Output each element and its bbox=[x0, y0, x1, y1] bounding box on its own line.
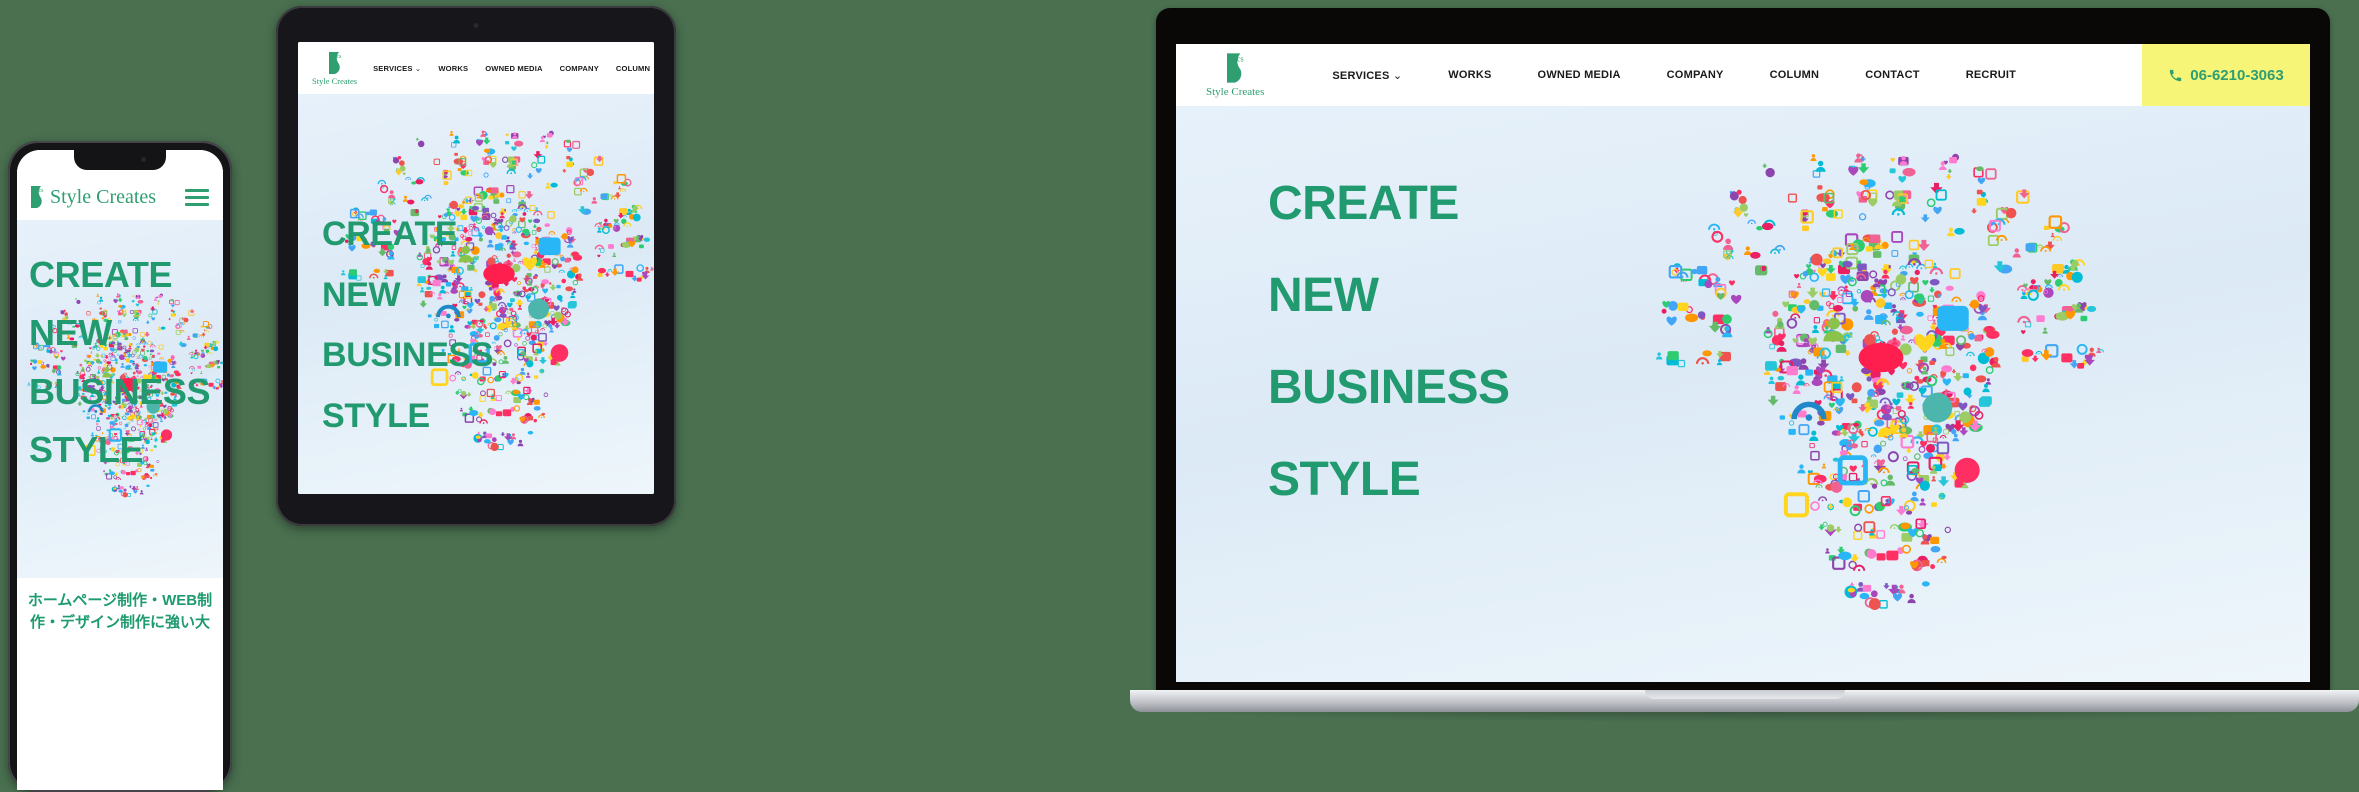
laptop-screen: cs Style Creates SERVICES ⌄ WORKS OWNED … bbox=[1176, 44, 2310, 682]
logo-mark-icon: cs bbox=[29, 185, 45, 209]
hero-line-1: CREATE bbox=[1268, 177, 1459, 230]
tagline-line-2: 作・デザイン制作に強い大 bbox=[29, 613, 210, 631]
nav-item-column[interactable]: COLUMN bbox=[616, 64, 650, 73]
logo[interactable]: cs Style Creates bbox=[1206, 52, 1264, 98]
lightbulb-icon-collage bbox=[1646, 112, 2116, 672]
logo-wordmark: Style Creates bbox=[312, 75, 358, 86]
tablet-hero-headline: CREATE NEW BUSINESS STYLE bbox=[322, 204, 493, 446]
nav-item-services[interactable]: SERVICES ⌄ bbox=[1332, 69, 1402, 82]
svg-text:cs: cs bbox=[336, 54, 342, 60]
phone-hero: CREATE NEW BUSINESS STYLE bbox=[17, 220, 223, 578]
phone-header: cs Style Creates bbox=[17, 174, 223, 220]
hamburger-menu-icon[interactable] bbox=[185, 188, 209, 206]
laptop-header: cs Style Creates SERVICES ⌄ WORKS OWNED … bbox=[1176, 44, 2310, 106]
nav-item-company[interactable]: COMPANY bbox=[1667, 69, 1724, 81]
laptop-site-view: cs Style Creates SERVICES ⌄ WORKS OWNED … bbox=[1176, 44, 2310, 682]
phone-screen: cs Style Creates CREATE NEW BUSINESS STY… bbox=[17, 150, 223, 790]
svg-text:cs: cs bbox=[39, 188, 45, 194]
tablet-mockup: cs Style Creates SERVICES ⌄ WORKS OWNED … bbox=[276, 6, 676, 526]
nav-item-owned-media[interactable]: OWNED MEDIA bbox=[485, 64, 542, 73]
tablet-header: cs Style Creates SERVICES ⌄ WORKS OWNED … bbox=[298, 42, 654, 94]
hero-line-4: STYLE bbox=[29, 428, 144, 470]
laptop-hero: CREATE NEW BUSINESS STYLE bbox=[1176, 106, 2310, 682]
tablet-site-view: cs Style Creates SERVICES ⌄ WORKS OWNED … bbox=[298, 42, 654, 494]
hero-line-3: BUSINESS bbox=[322, 336, 494, 375]
nav-item-contact[interactable]: CONTACT bbox=[1865, 69, 1920, 81]
hero-line-3: BUSINESS bbox=[1268, 361, 1510, 415]
nav-label: SERVICES bbox=[373, 63, 413, 73]
phone-site-view: cs Style Creates CREATE NEW BUSINESS STY… bbox=[17, 150, 223, 790]
logo-mark-icon: cs bbox=[1224, 52, 1246, 84]
hero-line-2: NEW bbox=[1268, 269, 1379, 323]
logo-wordmark: Style Creates bbox=[1206, 86, 1265, 98]
laptop-base bbox=[1130, 690, 2359, 712]
nav-label: SERVICES bbox=[1332, 69, 1390, 82]
phone-tagline: ホームページ制作・WEB制 作・デザイン制作に強い大 bbox=[17, 590, 223, 634]
nav-item-works[interactable]: WORKS bbox=[438, 64, 468, 73]
chevron-down-icon: ⌄ bbox=[1392, 69, 1403, 82]
logo[interactable]: cs Style Creates bbox=[29, 185, 156, 209]
hero-line-4: STYLE bbox=[1268, 453, 1421, 507]
nav-item-recruit[interactable]: RECRUIT bbox=[1966, 69, 2016, 81]
phone-hero-headline: CREATE NEW BUSINESS STYLE bbox=[29, 246, 211, 479]
phone-notch bbox=[74, 150, 166, 170]
logo-mark-icon: cs bbox=[327, 51, 343, 75]
hero-line-2: NEW bbox=[322, 275, 401, 314]
svg-text:cs: cs bbox=[1237, 54, 1244, 63]
device-mockup-stage: cs Style Creates CREATE NEW BUSINESS STY… bbox=[0, 0, 2359, 792]
hero-line-1: CREATE bbox=[322, 215, 458, 253]
phone-icon bbox=[2168, 68, 2183, 83]
nav-item-services[interactable]: SERVICES ⌄ bbox=[373, 64, 421, 73]
laptop-nav-links: SERVICES ⌄ WORKS OWNED MEDIA COMPANY COL… bbox=[1332, 69, 2016, 82]
hero-line-2: NEW bbox=[29, 312, 112, 354]
chevron-down-icon: ⌄ bbox=[414, 63, 422, 73]
nav-item-column[interactable]: COLUMN bbox=[1770, 69, 1820, 81]
nav-item-company[interactable]: COMPANY bbox=[560, 64, 599, 73]
laptop-lid: cs Style Creates SERVICES ⌄ WORKS OWNED … bbox=[1156, 8, 2330, 692]
hero-line-3: BUSINESS bbox=[29, 370, 211, 412]
hero-line-1: CREATE bbox=[29, 254, 173, 295]
tablet-nav-links: SERVICES ⌄ WORKS OWNED MEDIA COMPANY COL… bbox=[373, 64, 654, 73]
laptop-hero-headline: CREATE NEW BUSINESS STYLE bbox=[1268, 158, 1510, 527]
tablet-hero: CREATE NEW BUSINESS STYLE bbox=[298, 94, 654, 494]
phone-number-text: 06-6210-3063 bbox=[2190, 66, 2284, 84]
laptop-mockup: cs Style Creates SERVICES ⌄ WORKS OWNED … bbox=[1130, 2, 2359, 792]
tagline-line-1: ホームページ制作・WEB制 bbox=[27, 592, 213, 609]
nav-item-owned-media[interactable]: OWNED MEDIA bbox=[1538, 69, 1621, 81]
tablet-camera-icon bbox=[472, 22, 480, 29]
tablet-screen: cs Style Creates SERVICES ⌄ WORKS OWNED … bbox=[298, 42, 654, 494]
nav-item-works[interactable]: WORKS bbox=[1448, 69, 1491, 81]
phone-number-button[interactable]: 06-6210-3063 bbox=[2142, 44, 2310, 106]
logo[interactable]: cs Style Creates bbox=[312, 51, 357, 86]
phone-mockup: cs Style Creates CREATE NEW BUSINESS STY… bbox=[8, 141, 232, 792]
logo-wordmark: Style Creates bbox=[50, 185, 157, 208]
hero-line-4: STYLE bbox=[322, 396, 430, 435]
